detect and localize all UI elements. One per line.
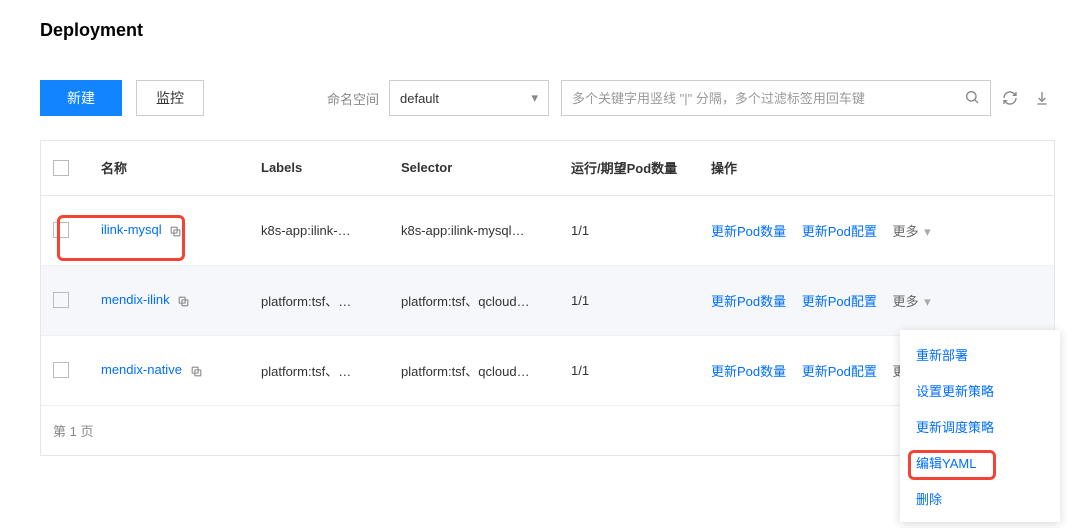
selector-cell: k8s-app:ilink-mysql…	[389, 195, 559, 265]
search-box[interactable]	[561, 80, 991, 116]
row-checkbox[interactable]	[53, 222, 69, 238]
chevron-down-icon: ▾	[924, 294, 931, 309]
col-pods: 运行/期望Pod数量	[559, 141, 699, 195]
download-icon[interactable]	[1029, 80, 1055, 116]
update-pod-count-link[interactable]: 更新Pod数量	[711, 224, 786, 239]
update-pod-config-link[interactable]: 更新Pod配置	[802, 364, 877, 379]
namespace-select[interactable]: default ▾	[389, 80, 549, 116]
update-pod-count-link[interactable]: 更新Pod数量	[711, 364, 786, 379]
table-row: mendix-ilink platform:tsf、… platform:tsf…	[41, 265, 1054, 335]
col-selector: Selector	[389, 141, 559, 195]
namespace-value: default	[400, 91, 439, 106]
menu-redeploy[interactable]: 重新部署	[900, 336, 1060, 372]
more-dropdown[interactable]: 更多 ▾	[893, 224, 931, 239]
col-ops: 操作	[699, 141, 1054, 195]
chevron-down-icon: ▾	[924, 224, 931, 239]
labels-cell: platform:tsf、…	[249, 265, 389, 335]
pods-cell: 1/1	[559, 195, 699, 265]
copy-icon[interactable]	[190, 363, 204, 378]
menu-edit-yaml[interactable]: 编辑YAML	[900, 444, 1060, 480]
create-button[interactable]: 新建	[40, 80, 122, 116]
col-name: 名称	[89, 141, 249, 195]
menu-update-strategy[interactable]: 设置更新策略	[900, 372, 1060, 408]
labels-cell: platform:tsf、…	[249, 335, 389, 405]
page-title: Deployment	[40, 20, 143, 41]
monitor-button[interactable]: 监控	[136, 80, 204, 116]
row-checkbox[interactable]	[53, 362, 69, 378]
more-actions-menu: 重新部署 设置更新策略 更新调度策略 编辑YAML 删除	[900, 330, 1060, 522]
table-row: ilink-mysql k8s-app:ilink-… k8s-app:ilin…	[41, 195, 1054, 265]
copy-icon[interactable]	[177, 293, 191, 308]
copy-icon[interactable]	[169, 223, 183, 238]
menu-delete[interactable]: 删除	[900, 480, 1060, 516]
chevron-down-icon: ▾	[531, 90, 538, 106]
selector-cell: platform:tsf、qcloud…	[389, 335, 559, 405]
deployment-name-link[interactable]: mendix-ilink	[101, 292, 170, 307]
labels-cell: k8s-app:ilink-…	[249, 195, 389, 265]
update-pod-config-link[interactable]: 更新Pod配置	[802, 224, 877, 239]
pods-cell: 1/1	[559, 335, 699, 405]
namespace-label: 命名空间	[327, 89, 379, 108]
col-labels: Labels	[249, 141, 389, 195]
deployment-name-link[interactable]: ilink-mysql	[101, 222, 162, 237]
deployment-name-link[interactable]: mendix-native	[101, 362, 182, 377]
pods-cell: 1/1	[559, 265, 699, 335]
row-checkbox[interactable]	[53, 292, 69, 308]
menu-schedule-strategy[interactable]: 更新调度策略	[900, 408, 1060, 444]
more-dropdown[interactable]: 更多 ▾	[893, 294, 931, 309]
search-icon[interactable]	[958, 89, 986, 108]
refresh-icon[interactable]	[997, 80, 1023, 116]
update-pod-config-link[interactable]: 更新Pod配置	[802, 294, 877, 309]
pagination-info: 第 1 页	[41, 405, 389, 455]
selector-cell: platform:tsf、qcloud…	[389, 265, 559, 335]
select-all-checkbox[interactable]	[53, 160, 69, 176]
update-pod-count-link[interactable]: 更新Pod数量	[711, 294, 786, 309]
search-input[interactable]	[572, 91, 958, 106]
